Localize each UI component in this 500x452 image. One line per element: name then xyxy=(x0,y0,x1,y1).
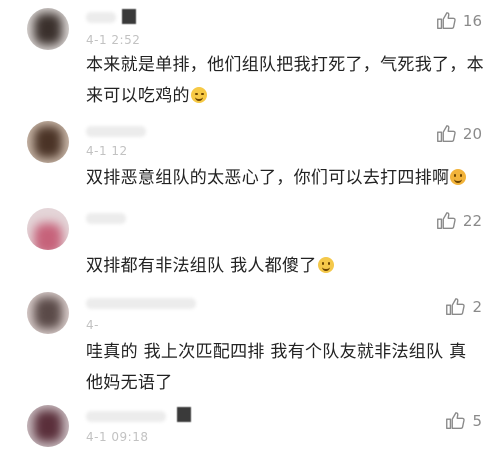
thumbs-up-icon xyxy=(435,210,457,232)
username[interactable] xyxy=(86,213,126,224)
like-count: 5 xyxy=(472,412,482,430)
thumbs-up-icon xyxy=(435,123,457,145)
comment-text: 本来就是单排，他们组队把我打死了，气死我了，本来可以吃鸡的 xyxy=(86,55,484,106)
like-button[interactable]: 5 xyxy=(444,410,482,432)
thumbs-up-icon xyxy=(435,10,457,32)
thumbs-up-icon xyxy=(444,410,466,432)
like-count: 20 xyxy=(462,125,482,143)
censor-block xyxy=(122,9,136,24)
like-count: 2 xyxy=(472,298,482,316)
comment-time: 4-1 09:18 xyxy=(86,430,149,444)
username[interactable] xyxy=(86,126,146,137)
comment-time: 4- xyxy=(86,318,99,332)
avatar[interactable] xyxy=(27,8,69,50)
comment-text: 哇真的 我上次匹配四排 我有个队友就非法组队 真他妈无语了 xyxy=(86,342,467,393)
thumbs-up-icon xyxy=(444,296,466,318)
like-button[interactable]: 22 xyxy=(435,210,482,232)
comment-text: 双排恶意组队的太恶心了，你们可以去打四排啊 xyxy=(86,163,486,194)
comment-text: 双排都有非法组队 我人都傻了 xyxy=(86,251,486,282)
like-count: 16 xyxy=(462,12,482,30)
crying-face-emoji-icon xyxy=(190,87,207,103)
avatar[interactable] xyxy=(27,292,69,334)
like-count: 22 xyxy=(462,212,482,230)
username[interactable] xyxy=(86,298,196,309)
like-button[interactable]: 2 xyxy=(444,296,482,318)
username[interactable] xyxy=(86,411,166,422)
censor-block xyxy=(177,407,191,422)
comment-time: 4-1 2:52 xyxy=(86,33,141,47)
avatar[interactable] xyxy=(27,405,69,447)
comment-time: 4-1 12 xyxy=(86,144,128,158)
avatar[interactable] xyxy=(27,121,69,163)
hugging-face-emoji-icon xyxy=(450,169,467,185)
username[interactable] xyxy=(86,12,116,23)
like-button[interactable]: 16 xyxy=(435,10,482,32)
smirking-face-emoji-icon xyxy=(317,257,334,273)
avatar[interactable] xyxy=(27,208,69,250)
like-button[interactable]: 20 xyxy=(435,123,482,145)
